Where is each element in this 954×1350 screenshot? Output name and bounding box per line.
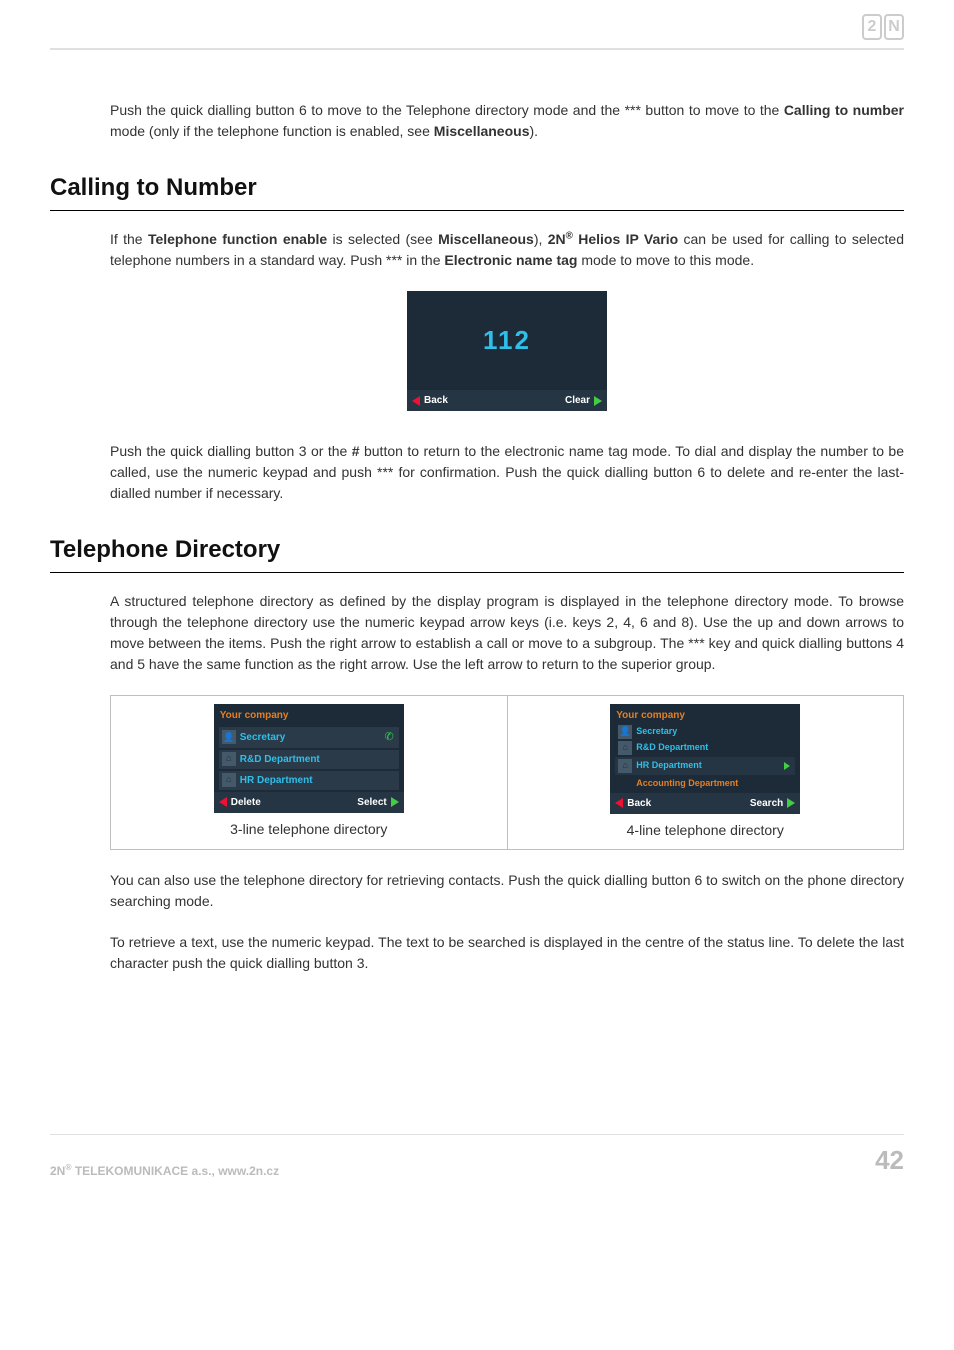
footer-company: 2N® TELEKOMUNIKACE a.s., www.2n.cz (50, 1161, 279, 1180)
bold-text: Electronic name tag (444, 252, 577, 268)
text: mode (only if the telephone function is … (110, 123, 434, 139)
bold-text: # (352, 443, 360, 459)
arrow-right-icon (787, 798, 795, 808)
text: Push the quick dialling button 6 to move… (110, 102, 784, 118)
clear-label: Clear (565, 393, 590, 408)
select-label: Select (357, 795, 386, 810)
device-dialer-screenshot: 112 Back Clear (407, 291, 607, 411)
text: is selected (see (327, 231, 438, 247)
heading-calling-to-number: Calling to Number (50, 170, 904, 211)
directory-4line-cell: Your company 👤 Secretary ⌂ R&D Departmen… (507, 696, 904, 850)
person-icon: 👤 (618, 725, 632, 739)
house-icon: ⌂ (618, 759, 632, 773)
arrow-left-icon (219, 797, 227, 807)
text: If the (110, 231, 148, 247)
caption-4line: 4-line telephone directory (516, 820, 896, 841)
device-status-bar: Delete Select (214, 792, 404, 813)
house-icon: ⌂ (222, 773, 236, 787)
list-item-label: HR Department (636, 759, 780, 773)
list-item-label: R&D Department (240, 752, 396, 767)
caption-3line: 3-line telephone directory (119, 819, 499, 840)
calling-paragraph-2: Push the quick dialling button 3 or the … (110, 441, 904, 504)
device-title: Your company (214, 704, 404, 725)
intro-paragraph: Push the quick dialling button 6 to move… (110, 100, 904, 142)
footer-brand: 2N (50, 1164, 65, 1178)
list-item[interactable]: ⌂ HR Department (219, 771, 399, 790)
list-item[interactable]: ⌂ R&D Department (615, 741, 795, 755)
person-icon: 👤 (222, 730, 236, 744)
list-item-selected[interactable]: ⌂ HR Department (615, 757, 795, 775)
arrow-right-icon (594, 396, 602, 406)
text: Push the quick dialling button 3 or the (110, 443, 352, 459)
device-4line-screenshot: Your company 👤 Secretary ⌂ R&D Departmen… (610, 704, 800, 814)
back-label: Back (627, 796, 651, 811)
back-label: Back (424, 393, 448, 408)
house-icon: ⌂ (618, 741, 632, 755)
directory-paragraph-2: You can also use the telephone directory… (110, 870, 904, 912)
directory-3line-cell: Your company 👤 Secretary ✆ ⌂ R&D Departm… (111, 696, 508, 850)
list-item[interactable]: 👤 Secretary (615, 725, 795, 739)
search-button[interactable]: Search (750, 796, 795, 811)
device-title: Your company (610, 704, 800, 725)
arrow-right-icon (391, 797, 399, 807)
list-item[interactable]: Accounting Department (615, 777, 795, 791)
device-status-bar: Back Clear (407, 390, 607, 411)
list-item[interactable]: ⌂ R&D Department (219, 750, 399, 769)
list-item-label: Secretary (240, 730, 381, 745)
back-button[interactable]: Back (412, 393, 448, 408)
search-label: Search (750, 796, 783, 811)
directory-paragraph-1: A structured telephone directory as defi… (110, 591, 904, 675)
brand: 2N (548, 231, 566, 247)
arrow-left-icon (615, 798, 623, 808)
device-3line-screenshot: Your company 👤 Secretary ✆ ⌂ R&D Departm… (214, 704, 404, 813)
bold-text: Miscellaneous (438, 231, 534, 247)
bold-text: Miscellaneous (434, 123, 530, 139)
product: Helios IP Vario (573, 231, 678, 247)
device-status-bar: Back Search (610, 793, 800, 814)
back-button[interactable]: Back (615, 796, 651, 811)
page-footer: 2N® TELEKOMUNIKACE a.s., www.2n.cz 42 (50, 1134, 904, 1180)
registered-mark: ® (566, 230, 573, 241)
logo-char-2: 2 (862, 14, 882, 40)
text: ), (534, 231, 548, 247)
list-item-label: HR Department (240, 773, 396, 788)
list-item[interactable]: 👤 Secretary ✆ (219, 727, 399, 748)
clear-button[interactable]: Clear (565, 393, 602, 408)
brand-logo: 2 N (862, 14, 904, 40)
footer-text: TELEKOMUNIKACE a.s., www.2n.cz (72, 1164, 280, 1178)
phone-icon: ✆ (385, 729, 394, 746)
bold-text: Calling to number (784, 102, 904, 118)
heading-telephone-directory: Telephone Directory (50, 532, 904, 573)
directory-paragraph-3: To retrieve a text, use the numeric keyp… (110, 932, 904, 974)
calling-paragraph-1: If the Telephone function enable is sele… (110, 229, 904, 271)
header-rule: 2 N (50, 20, 904, 50)
directory-comparison-table: Your company 👤 Secretary ✆ ⌂ R&D Departm… (110, 695, 904, 850)
text: mode to move to this mode. (577, 252, 754, 268)
delete-label: Delete (231, 795, 261, 810)
list-item-label: Secretary (636, 725, 792, 739)
list-item-label: R&D Department (636, 741, 792, 755)
page-number: 42 (875, 1141, 904, 1180)
arrow-right-icon (784, 762, 790, 770)
logo-char-n: N (884, 14, 904, 40)
arrow-left-icon (412, 396, 420, 406)
select-button[interactable]: Select (357, 795, 398, 810)
house-icon: ⌂ (222, 752, 236, 766)
text: ). (529, 123, 538, 139)
dialed-number: 112 (413, 321, 601, 360)
delete-button[interactable]: Delete (219, 795, 261, 810)
list-item-label: Accounting Department (636, 777, 792, 791)
bold-text: Telephone function enable (148, 231, 327, 247)
